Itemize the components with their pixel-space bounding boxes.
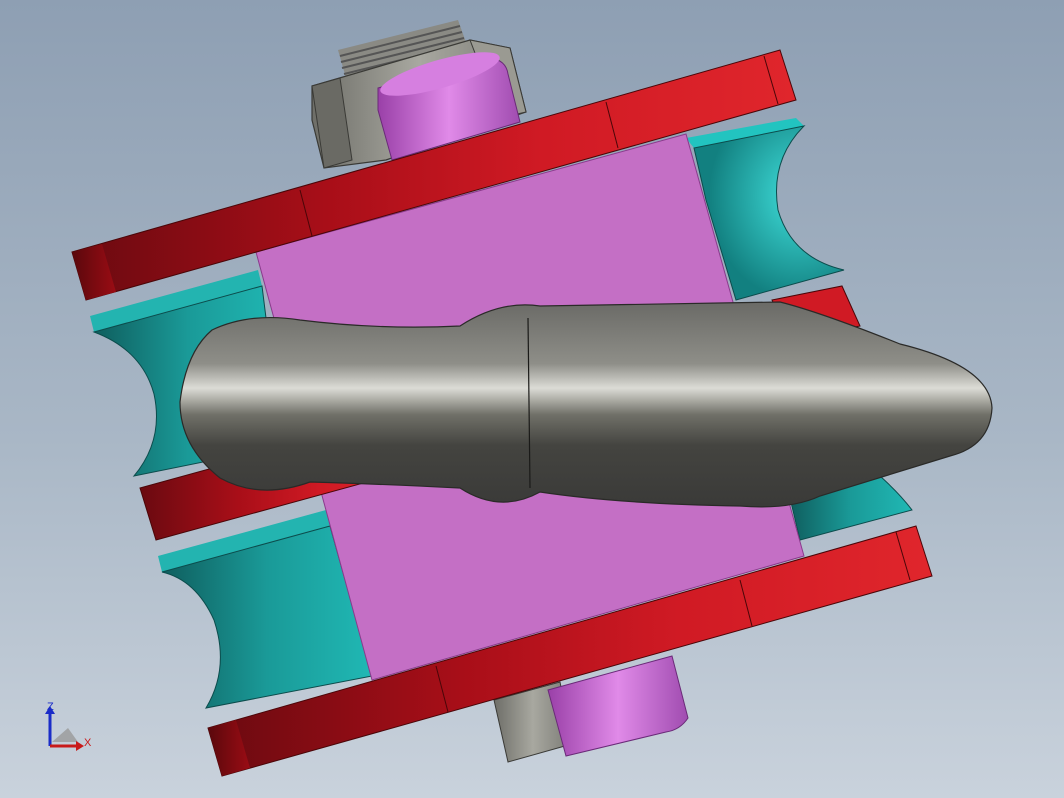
axis-z-label: Z — [47, 701, 54, 713]
axis-x-label: X — [84, 737, 92, 749]
cad-model-viewport[interactable] — [0, 0, 1064, 798]
coordinate-triad-icon: Z X — [45, 701, 92, 751]
grey-shackle[interactable] — [179, 301, 993, 508]
